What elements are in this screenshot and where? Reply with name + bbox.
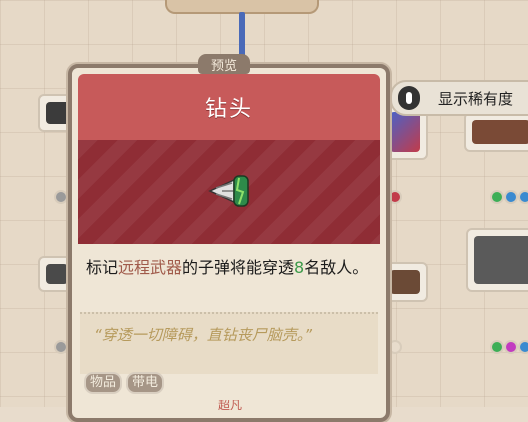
toggle-switch-icon[interactable] [398,86,420,110]
connector-line [239,12,245,60]
item-title: 钻头 [204,97,253,122]
tag-item: 物品 [84,372,123,394]
status-dot [54,190,68,204]
status-dot [54,340,68,354]
status-dot [518,340,528,354]
tag-electric: 带电 [126,372,165,394]
pierce-count: 8 [294,258,305,277]
item-tooltip: 钻头 标记远程武器的子弹将能穿透8名敌人。 “穿透一切障碍，直钻丧尸脑壳。” 物… [68,64,390,422]
flavor-box: “穿透一切障碍，直钻丧尸脑壳。” [80,312,378,374]
status-dot [388,340,402,354]
description-text: 的子弹将能穿透 [182,258,295,277]
ranged-weapon-keyword: 远程武器 [118,258,183,277]
item-tags: 物品 带电 [84,372,165,394]
item-slot[interactable] [466,228,528,292]
status-dot [504,340,518,354]
tooltip-header: 钻头 [78,74,380,140]
drill-bit-icon [208,175,249,207]
description-text: 标记 [86,258,119,277]
show-rarity-toggle[interactable]: 显示稀有度 [390,80,528,116]
preview-tab: 预览 [198,54,250,74]
item-description: 标记远程武器的子弹将能穿透8名敌人。 [86,256,372,280]
show-rarity-label: 显示稀有度 [438,89,514,108]
item-slot[interactable] [464,112,528,152]
status-dot [504,190,518,204]
flavor-text: “穿透一切障碍，直钻丧尸脑壳。” [94,326,313,344]
description-text: 名敌人。 [304,258,369,277]
status-dot [490,190,504,204]
status-dot [490,340,504,354]
status-dot [518,190,528,204]
item-art [78,140,380,244]
status-dot [388,190,402,204]
rarity-label: 超凡 [217,400,242,410]
